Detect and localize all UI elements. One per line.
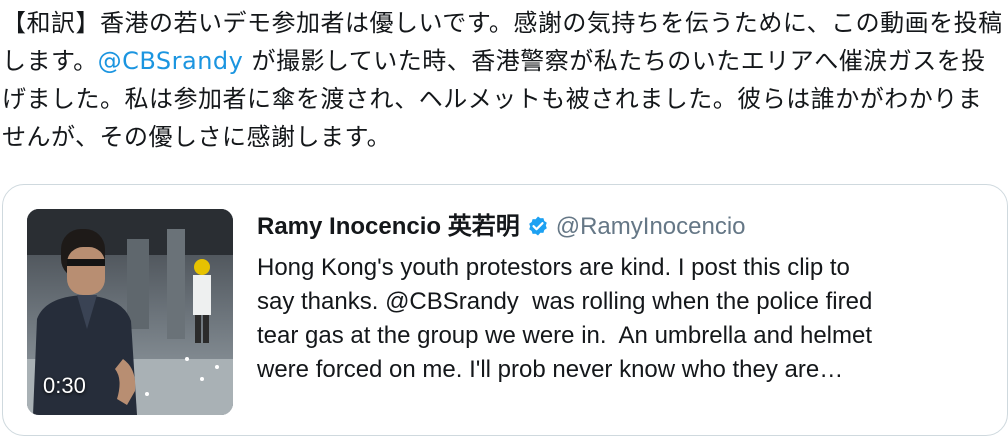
video-duration: 0:30 <box>43 373 86 398</box>
quoted-tweet-header: Ramy Inocencio 英若明 @RamyInocencio <box>257 211 746 243</box>
quoted-tweet-line: Hong Kong's youth protestors are kind. I… <box>257 254 850 281</box>
author-display-name[interactable]: Ramy Inocencio 英若明 <box>257 211 520 243</box>
quoted-tweet-line: tear gas at the group we were in. An umb… <box>257 322 873 349</box>
quoted-tweet-line: say thanks. @CBSrandy was rolling when t… <box>257 288 873 315</box>
verified-badge-icon <box>526 215 550 239</box>
video-thumbnail[interactable]: 0:30 <box>27 209 233 415</box>
mention-link[interactable]: @CBSrandy <box>98 47 244 75</box>
tweet-text: 【和訳】香港の若いデモ参加者は優しいです。感謝の気持ちを伝うために、この動画を投… <box>2 4 1006 156</box>
author-handle[interactable]: @RamyInocencio <box>556 211 746 243</box>
quoted-tweet-text: Hong Kong's youth protestors are kind. I… <box>257 251 997 387</box>
quoted-tweet-card[interactable]: 0:30 Ramy Inocencio 英若明 @RamyInocencio H… <box>2 184 1008 436</box>
quoted-tweet-line: were forced on me. I'll prob never know … <box>257 356 844 383</box>
